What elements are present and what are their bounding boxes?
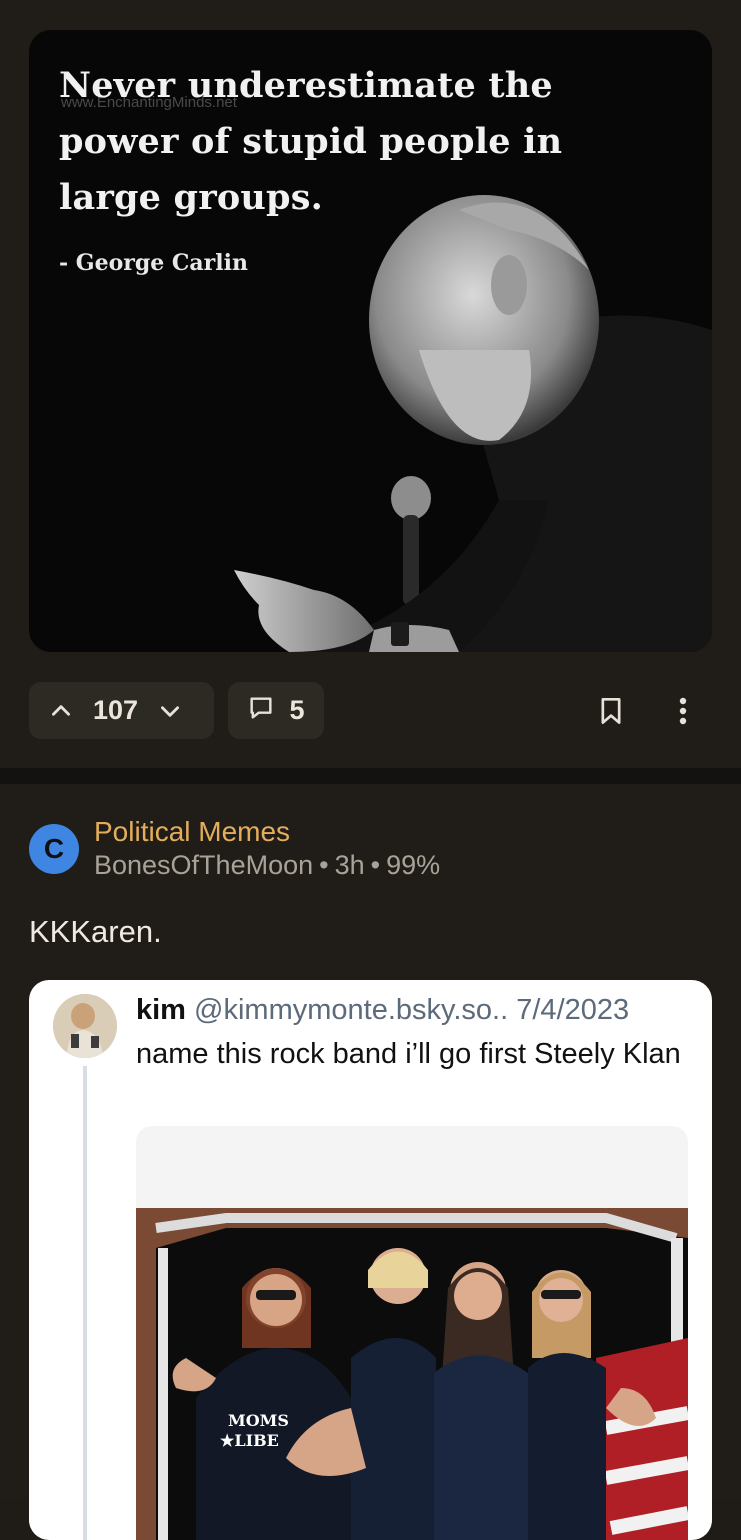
community-name[interactable]: Political Memes — [94, 816, 290, 848]
embed-media[interactable]: MOMS ★LIBE — [136, 1126, 688, 1540]
post-title[interactable]: KKKaren. — [29, 914, 162, 950]
thread-line — [83, 1066, 87, 1540]
bookmark-icon[interactable] — [595, 694, 627, 728]
post-action-bar: 107 5 — [29, 682, 712, 740]
post-age: 3h — [334, 850, 365, 880]
embed-author-handle: @kimmymonte.bsky.so.. — [194, 994, 509, 1026]
chevron-up-icon[interactable] — [29, 698, 93, 724]
community-avatar[interactable]: C — [29, 824, 79, 874]
comment-icon — [247, 694, 275, 727]
embed-text: name this rock band i’ll go first Steely… — [136, 1038, 681, 1070]
embed-photo: MOMS ★LIBE — [136, 1208, 688, 1540]
more-vertical-icon[interactable] — [667, 694, 699, 728]
embed-author-name: kim — [136, 994, 186, 1026]
meme-quote-text: Never underestimate the power of stupid … — [59, 65, 563, 218]
meta-separator: • — [370, 850, 381, 880]
post-divider — [0, 768, 741, 784]
svg-text:MOMS: MOMS — [228, 1411, 289, 1430]
svg-text:★LIBE: ★LIBE — [220, 1431, 279, 1450]
vote-control: 107 — [29, 682, 214, 739]
post-author[interactable]: BonesOfTheMoon — [94, 850, 313, 880]
comments-button[interactable]: 5 — [228, 682, 324, 739]
embedded-bluesky-post[interactable]: kim @kimmymonte.bsky.so.. 7/4/2023 name … — [29, 980, 712, 1540]
embed-header: kim @kimmymonte.bsky.so.. 7/4/2023 — [136, 994, 629, 1027]
score-count: 107 — [93, 695, 139, 725]
embed-author-avatar — [53, 994, 117, 1058]
embed-date: 7/4/2023 — [516, 994, 630, 1026]
post-image[interactable]: www.EnchantingMinds.net Never underestim… — [29, 30, 712, 652]
post-card-2: C Political Memes BonesOfTheMoon • 3h • 99% … — [0, 784, 741, 1540]
upvote-ratio: 99% — [386, 850, 441, 880]
meme-author-text: - George Carlin — [59, 250, 248, 276]
post-card-1: www.EnchantingMinds.net Never underestim… — [0, 0, 741, 768]
comment-count: 5 — [289, 695, 305, 725]
post-meta: BonesOfTheMoon • 3h • 99% — [94, 850, 440, 881]
meta-separator: • — [319, 850, 329, 880]
chevron-down-icon[interactable] — [138, 698, 202, 724]
